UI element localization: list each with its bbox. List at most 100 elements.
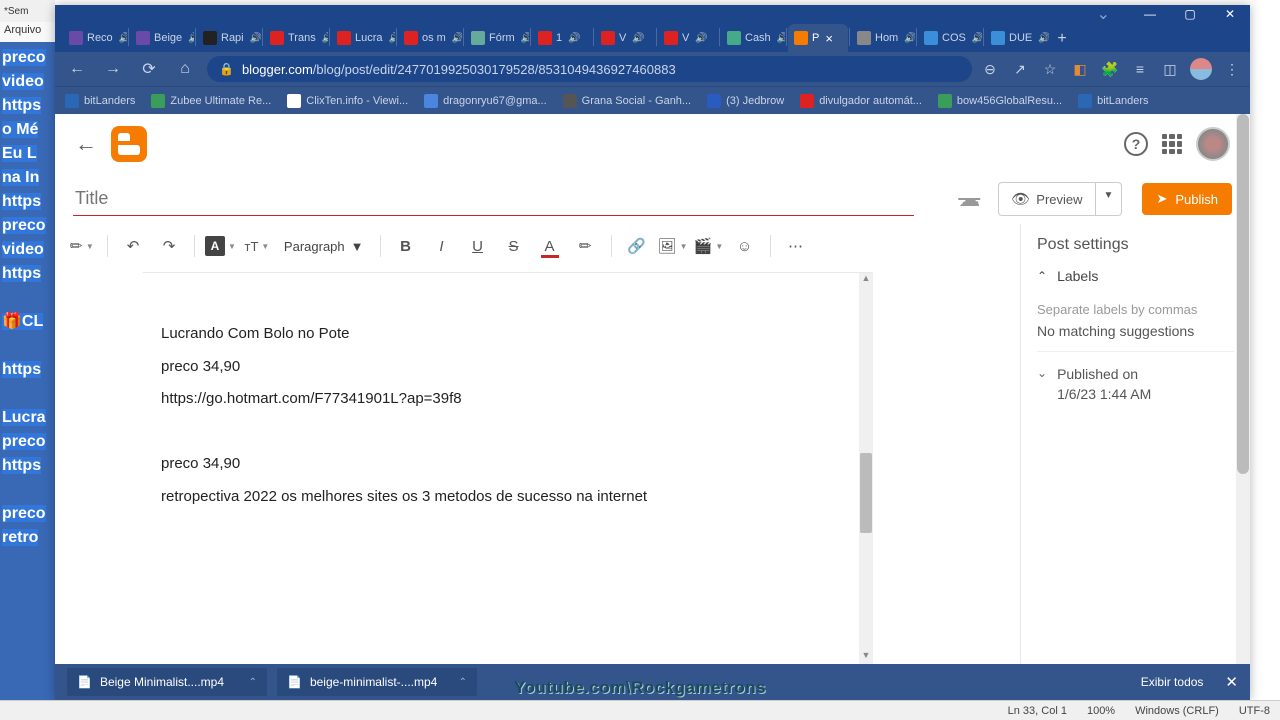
watermark: Youtube.com\Rockgametrons — [514, 678, 766, 698]
browser-tab[interactable]: 1🔊 — [532, 24, 592, 52]
reading-list-icon[interactable]: ≡ — [1130, 59, 1150, 79]
menu-icon[interactable]: ⋮ — [1222, 59, 1242, 79]
tab-dropdown-icon[interactable]: ⌄ — [1097, 4, 1110, 24]
google-apps-icon[interactable] — [1162, 134, 1182, 154]
more-button[interactable]: ⋯ — [781, 231, 811, 261]
video-button[interactable]: 🎬▼ — [694, 231, 724, 261]
app-back-button[interactable]: ← — [75, 131, 97, 157]
undo-button[interactable]: ↶ — [118, 231, 148, 261]
status-position: Ln 33, Col 1 — [1008, 705, 1067, 717]
bookmark-item[interactable]: Zubee Ultimate Re... — [151, 94, 271, 108]
highlight-button[interactable]: ✎ — [571, 231, 601, 261]
title-input[interactable] — [73, 182, 914, 216]
bold-button[interactable]: B — [391, 231, 421, 261]
ext-icon-1[interactable]: ◧ — [1070, 59, 1090, 79]
reload-button[interactable]: ⟳ — [135, 55, 163, 83]
italic-button[interactable]: I — [427, 231, 457, 261]
account-avatar-icon[interactable] — [1196, 127, 1230, 161]
new-tab-button[interactable]: + — [1049, 26, 1075, 52]
forward-button[interactable]: → — [99, 55, 127, 83]
browser-tab[interactable]: P× — [788, 24, 848, 52]
back-button[interactable]: ← — [63, 55, 91, 83]
link-button[interactable]: 🔗 — [622, 231, 652, 261]
download-filename: Beige Minimalist....mp4 — [100, 675, 224, 689]
tab-close-icon[interactable]: × — [825, 31, 833, 46]
bookmark-item[interactable]: ClixTen.info - Viewi... — [287, 94, 408, 108]
browser-tab[interactable]: Trans🔊 — [264, 24, 328, 52]
share-icon[interactable]: ↗ — [1010, 59, 1030, 79]
font-button[interactable]: A▼ — [205, 231, 236, 261]
profile-avatar-icon[interactable] — [1190, 58, 1212, 80]
editor-content[interactable]: Lucrando Com Bolo no Potepreco 34,90http… — [143, 273, 873, 664]
file-icon: 📄 — [77, 675, 92, 689]
labels-toggle[interactable]: ⌃ Labels — [1037, 268, 1234, 284]
app-scrollbar[interactable] — [1236, 114, 1250, 664]
show-all-downloads[interactable]: Exibir todos — [1141, 675, 1204, 689]
app-scroll-thumb[interactable] — [1237, 114, 1249, 474]
editor-scrollbar[interactable]: ▲ ▼ — [859, 273, 873, 664]
tab-strip: Reco🔊Beige🔊Rapi🔊Trans🔊Lucra🔊os m🔊Fórm🔊1🔊… — [55, 22, 1250, 52]
browser-tab[interactable]: Rapi🔊 — [197, 24, 261, 52]
blogger-logo-icon[interactable] — [111, 126, 147, 162]
url-input[interactable]: 🔒 blogger.com/blog/post/edit/24770199250… — [207, 56, 972, 82]
browser-tab[interactable]: V🔊 — [658, 24, 718, 52]
browser-tab[interactable]: COS🔊 — [918, 24, 982, 52]
preview-dropdown[interactable]: ▼ — [1096, 182, 1123, 216]
published-date: 1/6/23 1:44 AM — [1057, 386, 1151, 402]
lock-icon: 🔒 — [219, 62, 234, 76]
bookmark-item[interactable]: divulgador automát... — [800, 94, 922, 108]
editor-column: ✎▼ ↶ ↷ A▼ тT▼ Paragraph ▼ B I U S A ✎ — [55, 224, 1020, 664]
image-button[interactable]: 🖼▼ — [658, 231, 688, 261]
browser-tab[interactable]: Fórm🔊 — [465, 24, 529, 52]
close-button[interactable]: ✕ — [1210, 5, 1250, 22]
minimize-button[interactable]: — — [1130, 5, 1170, 22]
tab-label: DUE — [1009, 32, 1032, 44]
bookmark-item[interactable]: bow456GlobalResu... — [938, 94, 1062, 108]
browser-tab[interactable]: os m🔊 — [398, 24, 462, 52]
font-size-button[interactable]: тT▼ — [242, 231, 272, 261]
text-color-button[interactable]: A — [535, 231, 565, 261]
download-item[interactable]: 📄 Beige Minimalist....mp4 ⌃ — [67, 668, 267, 696]
extensions-icon[interactable]: 🧩 — [1100, 59, 1120, 79]
close-downloads-icon[interactable]: ✕ — [1225, 673, 1238, 691]
strike-button[interactable]: S — [499, 231, 529, 261]
zoom-icon[interactable]: ⊖ — [980, 59, 1000, 79]
published-section[interactable]: ⌄ Published on 1/6/23 1:44 AM — [1037, 366, 1234, 402]
bookmark-item[interactable]: Grana Social - Ganh... — [563, 94, 691, 108]
bg-text: precovideohttpso Mé Eu Lna Inhttpsprecov… — [2, 46, 46, 550]
bookmark-favicon-icon — [65, 94, 79, 108]
bookmark-item[interactable]: bitLanders — [65, 94, 135, 108]
browser-tab[interactable]: DUE🔊 — [985, 24, 1049, 52]
emoji-button[interactable]: ☺ — [730, 231, 760, 261]
browser-tab[interactable]: Beige🔊 — [130, 24, 194, 52]
browser-tab[interactable]: Cash🔊 — [721, 24, 785, 52]
browser-tab[interactable]: Reco🔊 — [63, 24, 127, 52]
download-item[interactable]: 📄beige-minimalist-....mp4⌃ — [277, 668, 477, 696]
browser-tab[interactable]: Hom🔊 — [851, 24, 915, 52]
status-encoding: UTF-8 — [1239, 705, 1270, 717]
labels-section: ⌃ Labels Separate labels by commas No ma… — [1037, 268, 1234, 352]
chevron-up-icon[interactable]: ⌃ — [459, 677, 467, 688]
tab-label: V — [619, 32, 626, 44]
paragraph-select[interactable]: Paragraph ▼ — [278, 239, 370, 254]
preview-button[interactable]: 👁 Preview — [998, 182, 1095, 216]
sidepanel-icon[interactable]: ◫ — [1160, 59, 1180, 79]
underline-button[interactable]: U — [463, 231, 493, 261]
star-icon[interactable]: ☆ — [1040, 59, 1060, 79]
maximize-button[interactable]: ▢ — [1170, 5, 1210, 22]
home-button[interactable]: ⌂ — [171, 55, 199, 83]
help-icon[interactable]: ? — [1124, 132, 1148, 156]
labels-label: Labels — [1057, 268, 1098, 284]
browser-tab[interactable]: V🔊 — [595, 24, 655, 52]
chevron-up-icon[interactable]: ⌃ — [249, 677, 257, 688]
browser-tab[interactable]: Lucra🔊 — [331, 24, 395, 52]
cloud-off-icon: ☁ — [958, 186, 980, 212]
bookmark-item[interactable]: (3) Jedbrow — [707, 94, 784, 108]
redo-button[interactable]: ↷ — [154, 231, 184, 261]
bookmark-favicon-icon — [151, 94, 165, 108]
compose-mode-button[interactable]: ✎▼ — [67, 231, 97, 261]
bookmark-item[interactable]: bitLanders — [1078, 94, 1148, 108]
editor-scroll-thumb[interactable] — [860, 453, 872, 533]
publish-button[interactable]: ➤ Publish — [1142, 183, 1232, 215]
bookmark-item[interactable]: dragonryu67@gma... — [424, 94, 547, 108]
